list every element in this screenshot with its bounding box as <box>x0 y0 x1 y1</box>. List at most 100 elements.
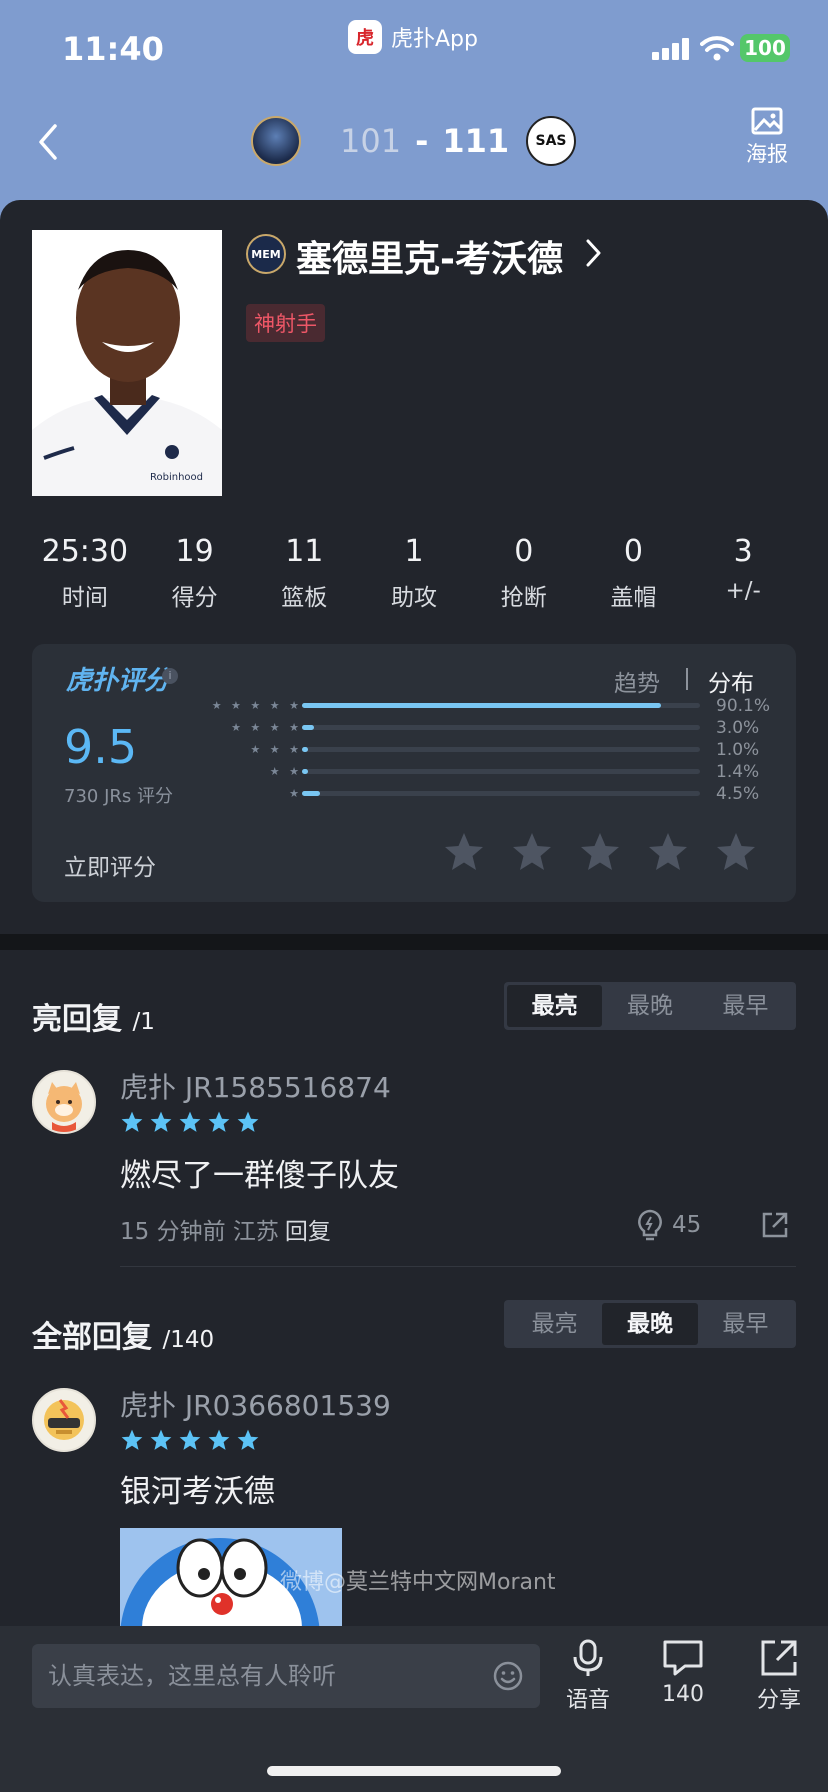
rating-card: 虎扑评分 i 9.5 730 JRs 评分 趋势 分布 ★ ★ ★ ★ ★ 90… <box>32 644 796 902</box>
comment-bubble-icon <box>663 1640 703 1676</box>
sort-brightest[interactable]: 最亮 <box>507 1303 602 1345</box>
app-source-label: 虎扑App <box>391 27 478 52</box>
avatar[interactable] <box>32 1070 96 1134</box>
star-row-icon: ★ ★ ★ ★ <box>231 721 302 734</box>
team-badge-icon: MEM <box>246 234 286 274</box>
stat-label: +/- <box>725 578 761 604</box>
all-replies-header: 全部回复 /140 <box>32 1312 214 1356</box>
poster-label: 海报 <box>746 142 788 166</box>
distribution-track <box>302 725 700 730</box>
tab-distribution[interactable]: 分布 <box>708 664 754 698</box>
comment-input-wrapper <box>32 1644 540 1708</box>
star-icon <box>237 1429 259 1450</box>
star-row-icon: ★ ★ ★ <box>250 743 302 756</box>
stat-label: 抢断 <box>500 585 547 611</box>
share-button[interactable]: 分享 <box>744 1638 814 1714</box>
row-divider <box>120 1266 796 1267</box>
grizzlies-logo-icon[interactable] <box>251 116 301 166</box>
sort-brightest[interactable]: 最亮 <box>507 985 603 1027</box>
distribution-row-2: ★ ★ 1.4% <box>182 762 782 782</box>
back-to-app[interactable]: 虎 虎扑App <box>348 20 478 54</box>
comment-username[interactable]: 虎扑 JR1585516874 <box>120 1066 391 1106</box>
distribution-row-1: ★ 4.5% <box>182 784 782 804</box>
status-bar: 11:40 虎 虎扑App 100 <box>0 0 828 90</box>
hupu-app-icon: 虎 <box>348 20 382 54</box>
voice-button[interactable]: 语音 <box>553 1638 623 1714</box>
home-indicator[interactable] <box>267 1766 561 1776</box>
distribution-bar <box>302 769 308 774</box>
stat-plus-minus: 3 +/- <box>688 532 798 622</box>
game-nav-bar: 101-111 SAS 海报 <box>0 100 828 190</box>
sort-earliest[interactable]: 最早 <box>698 985 793 1027</box>
distribution-bar <box>302 747 308 752</box>
distribution-percent: 4.5% <box>716 784 760 804</box>
spurs-logo-icon[interactable]: SAS <box>526 116 576 166</box>
jersey-sponsor: Robinhood <box>150 472 203 483</box>
dog-avatar-icon <box>46 1082 82 1132</box>
all-sort-toggle: 最亮 最晚 最早 <box>504 1300 796 1348</box>
weibo-watermark: 微博@莫兰特中文网Morant <box>280 1570 556 1595</box>
comments-count-label: 140 <box>662 1682 704 1707</box>
distribution-track <box>302 703 700 708</box>
sort-earliest[interactable]: 最早 <box>698 1303 793 1345</box>
emoji-icon[interactable] <box>492 1660 524 1692</box>
rate-star-4-icon[interactable] <box>646 830 690 874</box>
distribution-track <box>302 747 700 752</box>
comment-text: 燃尽了一群傻子队友 <box>120 1158 399 1194</box>
comment-meta: 15 分钟前 江苏 回复 <box>120 1212 331 1246</box>
sort-latest[interactable]: 最晚 <box>602 1303 698 1345</box>
distribution-bar <box>302 725 314 730</box>
stat-steals: 0 抢断 <box>469 532 579 622</box>
share-icon[interactable] <box>760 1210 790 1240</box>
section-title: 亮回复 <box>32 1002 122 1037</box>
comments-button[interactable]: 140 <box>648 1638 718 1707</box>
highlight-sort-toggle: 最亮 最晚 最早 <box>504 982 796 1030</box>
comment-username[interactable]: 虎扑 JR0366801539 <box>120 1384 391 1424</box>
rate-star-3-icon[interactable] <box>578 830 622 874</box>
light-count: 45 <box>672 1212 702 1238</box>
status-time: 11:40 <box>62 30 164 68</box>
light-button[interactable]: 45 <box>636 1208 716 1242</box>
rate-now-label: 立即评分 <box>64 855 156 881</box>
rate-star-1-icon[interactable] <box>442 830 486 874</box>
stat-minutes: 25:30 时间 <box>30 532 140 622</box>
rate-star-5-icon[interactable] <box>714 830 758 874</box>
hupu-rating-logo: 虎扑评分 <box>66 666 171 696</box>
star-icon <box>237 1111 259 1132</box>
star-icon <box>121 1429 143 1450</box>
game-score: 101-111 <box>340 122 509 160</box>
back-button[interactable] <box>30 120 66 164</box>
distribution-bar <box>302 703 661 708</box>
user-rating-stars <box>120 1110 260 1134</box>
player-photo: Robinhood <box>32 230 222 496</box>
battery-indicator: 100 <box>740 34 790 62</box>
chevron-right-icon[interactable] <box>584 236 604 270</box>
player-detail-card: Robinhood MEM 塞德里克-考沃德 神射手 25:30 时间 19 得分 … <box>0 200 828 1792</box>
stat-label: 篮板 <box>281 585 328 611</box>
rate-star-2-icon[interactable] <box>510 830 554 874</box>
info-icon[interactable]: i <box>162 668 178 684</box>
stat-assists: 1 助攻 <box>359 532 469 622</box>
microphone-icon <box>573 1639 603 1676</box>
tab-trend[interactable]: 趋势 <box>614 664 660 698</box>
stat-rebounds: 11 篮板 <box>249 532 359 622</box>
cellular-signal-icon <box>652 38 692 60</box>
stat-label: 时间 <box>61 585 108 611</box>
player-name[interactable]: 塞德里克-考沃德 <box>296 230 563 282</box>
player-stats-row: 25:30 时间 19 得分 11 篮板 1 助攻 0 抢断 0 盖帽 3 +/- <box>30 532 798 622</box>
distribution-track <box>302 769 700 774</box>
reply-button[interactable]: 回复 <box>285 1219 331 1245</box>
section-title: 全部回复 <box>32 1320 152 1355</box>
rating-score: 9.5 <box>64 720 138 774</box>
poster-button[interactable]: 海报 <box>740 106 794 168</box>
tab-divider <box>686 668 688 690</box>
comment-input[interactable] <box>32 1644 472 1708</box>
distribution-row-3: ★ ★ ★ 1.0% <box>182 740 782 760</box>
star-icon <box>150 1429 172 1450</box>
section-count: /140 <box>162 1327 215 1353</box>
sort-latest[interactable]: 最晚 <box>602 985 697 1027</box>
star-icon <box>121 1111 143 1132</box>
star-row-icon: ★ <box>289 787 302 800</box>
distribution-percent: 1.0% <box>716 740 760 760</box>
avatar[interactable] <box>32 1388 96 1452</box>
